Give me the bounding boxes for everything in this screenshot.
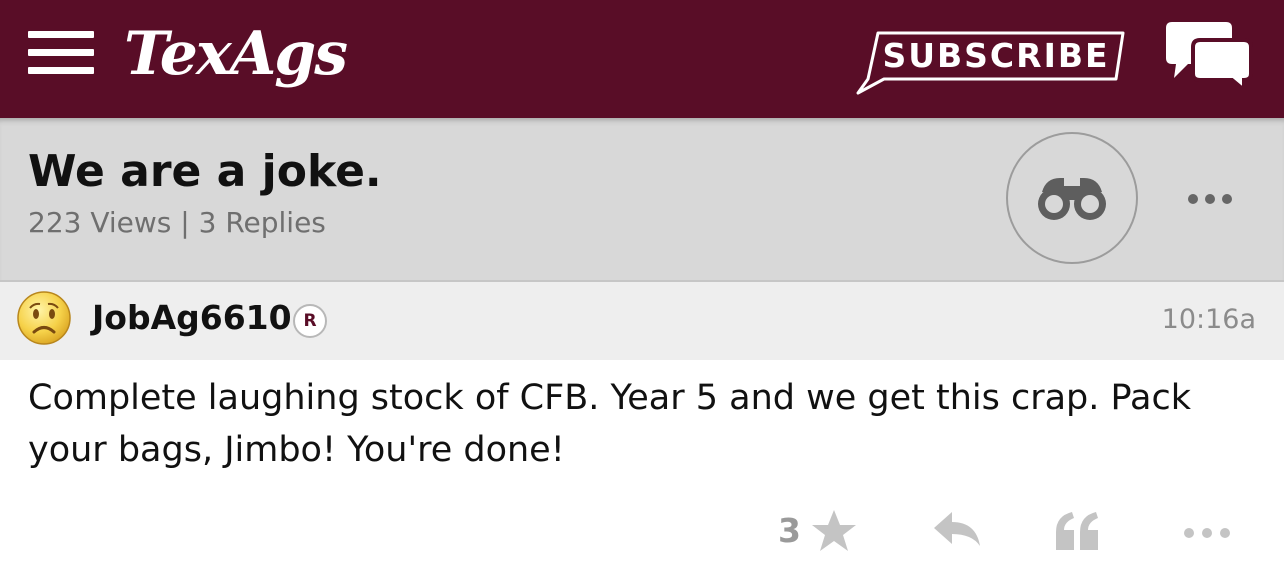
post-body-text: Complete laughing stock of CFB. Year 5 a… — [28, 378, 1192, 470]
post-header: JobAg6610 R 10:16a — [0, 282, 1284, 360]
post-more-ellipsis-icon[interactable] — [1182, 518, 1242, 548]
user-badge: R — [293, 304, 327, 338]
post-timestamp: 10:16a — [1161, 304, 1256, 335]
star-icon[interactable] — [810, 508, 858, 554]
thread-title: We are a joke. — [28, 146, 382, 197]
subscribe-label: SUBSCRIBE — [882, 36, 1110, 75]
post-username[interactable]: JobAg6610 — [92, 298, 292, 337]
binoculars-icon — [1038, 178, 1106, 220]
star-count: 3 — [778, 511, 801, 550]
chat-bubbles-icon[interactable] — [1164, 20, 1254, 95]
texags-logo[interactable]: TexAgs — [124, 14, 348, 94]
hamburger-menu-icon[interactable] — [28, 31, 94, 75]
subscribe-button[interactable]: SUBSCRIBE — [854, 30, 1126, 96]
top-nav-bar: TexAgs SUBSCRIBE — [0, 0, 1284, 118]
frowning-face-icon[interactable] — [16, 290, 72, 346]
thread-header: We are a joke. 223 Views | 3 Replies — [0, 118, 1284, 282]
reply-arrow-icon[interactable] — [932, 510, 982, 550]
post-actions: 3 — [0, 498, 1284, 568]
watch-thread-button[interactable] — [1006, 132, 1138, 264]
thread-stats: 223 Views | 3 Replies — [28, 206, 326, 239]
quote-icon[interactable] — [1054, 510, 1100, 552]
thread-more-ellipsis-icon[interactable] — [1180, 184, 1240, 214]
